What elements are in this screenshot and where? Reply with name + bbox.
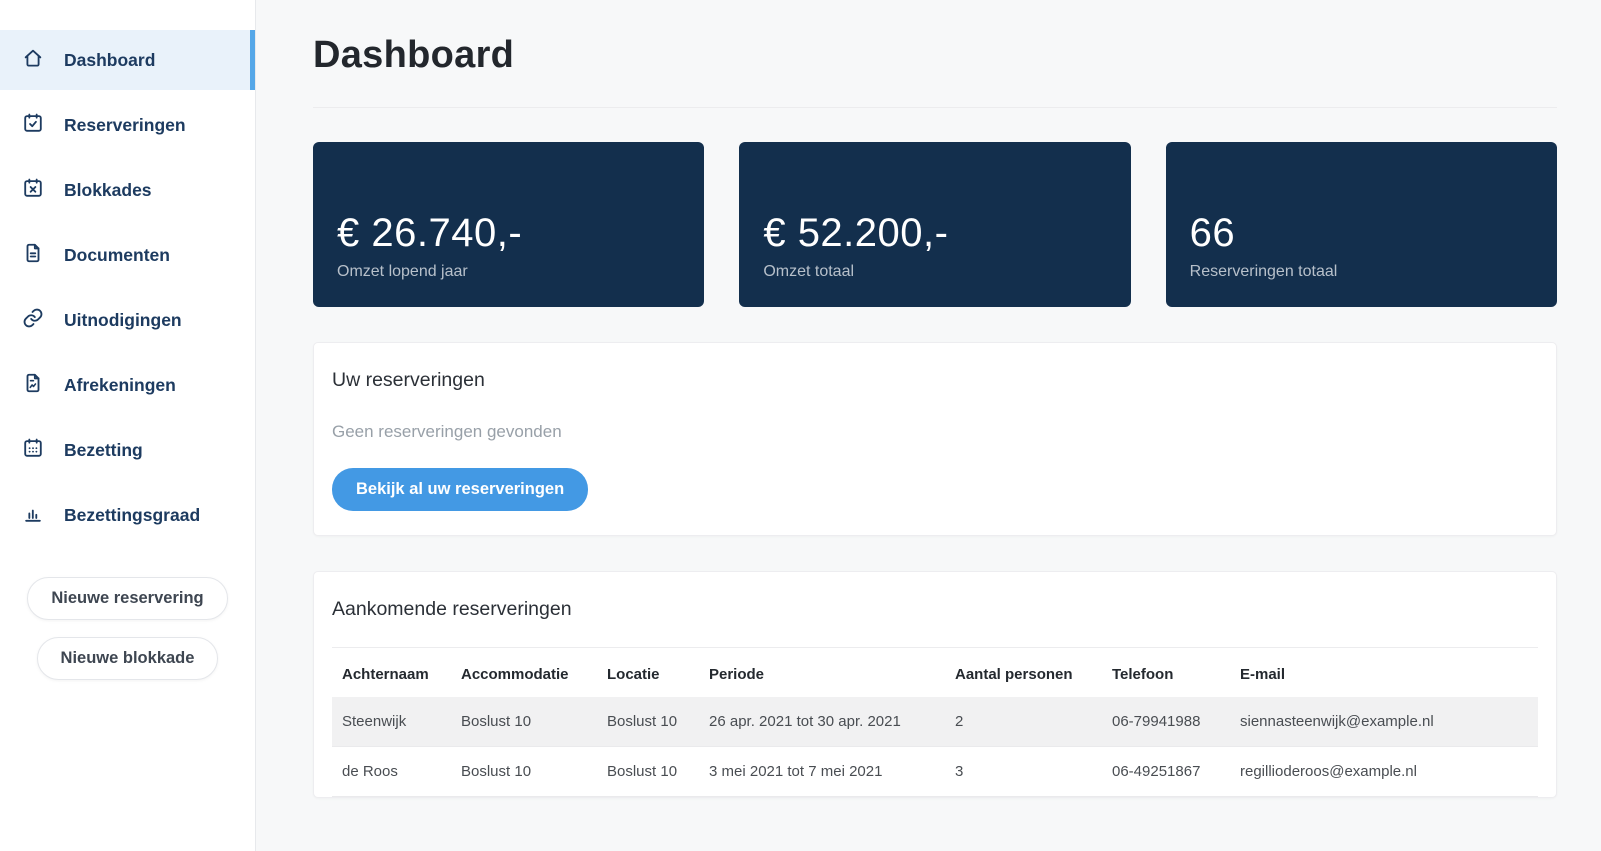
- column-header-achternaam: Achternaam: [332, 648, 451, 697]
- title-divider: [313, 107, 1557, 108]
- sidebar-item-label: Bezetting: [64, 440, 143, 461]
- sidebar-item-label: Uitnodigingen: [64, 310, 182, 331]
- column-header-telefoon: Telefoon: [1102, 648, 1230, 697]
- view-all-reservations-button[interactable]: Bekijk al uw reserveringen: [332, 468, 588, 511]
- column-header-email: E-mail: [1230, 648, 1538, 697]
- main-content: Dashboard € 26.740,- Omzet lopend jaar €…: [256, 0, 1601, 851]
- upcoming-reservations-table: Achternaam Accommodatie Locatie Periode …: [332, 648, 1538, 797]
- new-block-button[interactable]: Nieuwe blokkade: [37, 637, 219, 680]
- sidebar-item-uitnodigingen[interactable]: Uitnodigingen: [0, 290, 255, 350]
- stat-value: € 26.740,-: [337, 211, 680, 255]
- cell-email: siennasteenwijk@example.nl: [1230, 697, 1538, 747]
- cell-periode: 26 apr. 2021 tot 30 apr. 2021: [699, 697, 945, 747]
- sidebar-item-label: Reserveringen: [64, 115, 186, 136]
- cell-aantal-personen: 2: [945, 697, 1102, 747]
- sidebar-item-documenten[interactable]: Documenten: [0, 225, 255, 285]
- document-chart-icon: [22, 372, 44, 399]
- sidebar-item-dashboard[interactable]: Dashboard: [0, 30, 255, 90]
- stat-cards: € 26.740,- Omzet lopend jaar € 52.200,- …: [313, 142, 1557, 307]
- cell-locatie: Boslust 10: [597, 747, 699, 797]
- cell-aantal-personen: 3: [945, 747, 1102, 797]
- calendar-x-icon: [22, 177, 44, 204]
- upcoming-reservations-title: Aankomende reserveringen: [332, 598, 1538, 621]
- column-header-locatie: Locatie: [597, 648, 699, 697]
- upcoming-reservations-panel: Aankomende reserveringen Achternaam Acco…: [313, 571, 1557, 798]
- cell-locatie: Boslust 10: [597, 697, 699, 747]
- sidebar-item-reserveringen[interactable]: Reserveringen: [0, 95, 255, 155]
- sidebar-actions: Nieuwe reservering Nieuwe blokkade: [0, 577, 255, 680]
- cell-accommodatie: Boslust 10: [451, 697, 597, 747]
- sidebar-nav: Dashboard Reserveringen Blokkades Docume…: [0, 30, 255, 545]
- table-row[interactable]: de Roos Boslust 10 Boslust 10 3 mei 2021…: [332, 747, 1538, 797]
- cell-email: regillioderoos@example.nl: [1230, 747, 1538, 797]
- stat-card-omzet-lopend-jaar: € 26.740,- Omzet lopend jaar: [313, 142, 704, 307]
- sidebar-item-label: Dashboard: [64, 50, 155, 71]
- column-header-periode: Periode: [699, 648, 945, 697]
- stat-value: € 52.200,-: [763, 211, 1106, 255]
- page-title: Dashboard: [313, 34, 1557, 77]
- bar-chart-icon: [22, 502, 44, 529]
- cell-telefoon: 06-79941988: [1102, 697, 1230, 747]
- stat-card-omzet-totaal: € 52.200,- Omzet totaal: [739, 142, 1130, 307]
- cell-telefoon: 06-49251867: [1102, 747, 1230, 797]
- column-header-aantal-personen: Aantal personen: [945, 648, 1102, 697]
- cell-achternaam: Steenwijk: [332, 697, 451, 747]
- empty-state-text: Geen reserveringen gevonden: [332, 422, 1538, 442]
- home-icon: [22, 47, 44, 74]
- sidebar-item-afrekeningen[interactable]: Afrekeningen: [0, 355, 255, 415]
- sidebar: Dashboard Reserveringen Blokkades Docume…: [0, 0, 256, 851]
- sidebar-item-label: Blokkades: [64, 180, 152, 201]
- calendar-check-icon: [22, 112, 44, 139]
- your-reservations-panel: Uw reserveringen Geen reserveringen gevo…: [313, 342, 1557, 536]
- cell-accommodatie: Boslust 10: [451, 747, 597, 797]
- cell-achternaam: de Roos: [332, 747, 451, 797]
- your-reservations-title: Uw reserveringen: [332, 369, 1538, 392]
- stat-value: 66: [1190, 211, 1533, 255]
- stat-card-reserveringen-totaal: 66 Reserveringen totaal: [1166, 142, 1557, 307]
- sidebar-item-label: Bezettingsgraad: [64, 505, 200, 526]
- sidebar-item-blokkades[interactable]: Blokkades: [0, 160, 255, 220]
- stat-label: Reserveringen totaal: [1190, 263, 1533, 281]
- column-header-accommodatie: Accommodatie: [451, 648, 597, 697]
- sidebar-item-label: Documenten: [64, 245, 170, 266]
- sidebar-item-bezettingsgraad[interactable]: Bezettingsgraad: [0, 485, 255, 545]
- new-reservation-button[interactable]: Nieuwe reservering: [27, 577, 227, 620]
- sidebar-item-bezetting[interactable]: Bezetting: [0, 420, 255, 480]
- calendar-grid-icon: [22, 437, 44, 464]
- table-row[interactable]: Steenwijk Boslust 10 Boslust 10 26 apr. …: [332, 697, 1538, 747]
- cell-periode: 3 mei 2021 tot 7 mei 2021: [699, 747, 945, 797]
- sidebar-item-label: Afrekeningen: [64, 375, 176, 396]
- document-icon: [22, 242, 44, 269]
- link-icon: [22, 307, 44, 334]
- stat-label: Omzet totaal: [763, 263, 1106, 281]
- table-header-row: Achternaam Accommodatie Locatie Periode …: [332, 648, 1538, 697]
- stat-label: Omzet lopend jaar: [337, 263, 680, 281]
